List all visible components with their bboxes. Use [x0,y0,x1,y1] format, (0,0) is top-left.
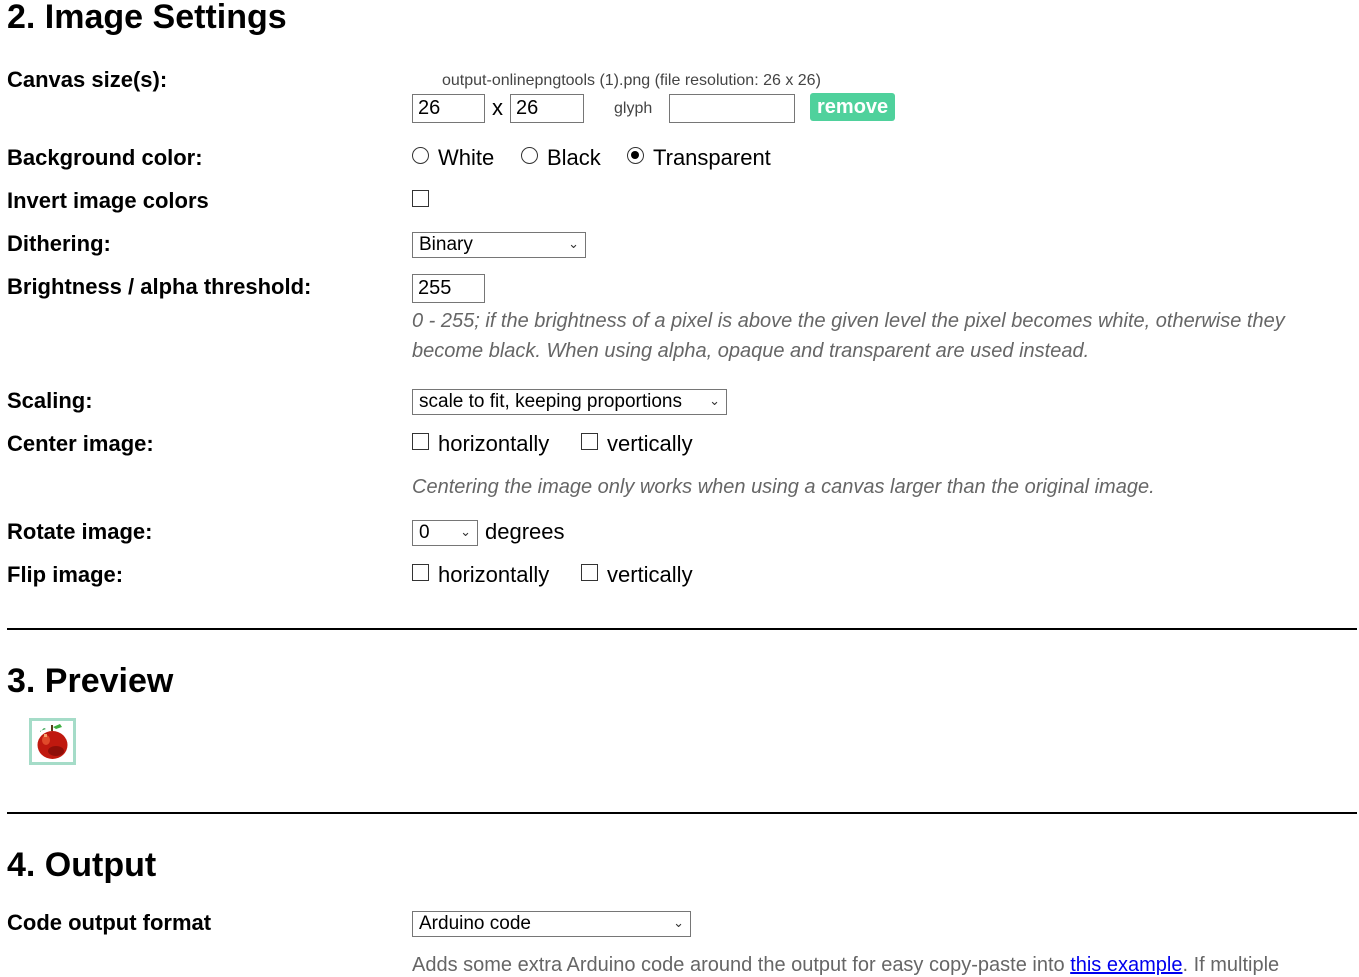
preview-heading: 3. Preview [7,662,174,700]
chevron-down-icon: ⌄ [460,524,471,539]
center-horizontal-label[interactable]: horizontally [438,433,549,455]
glyph-label: glyph [614,100,653,117]
threshold-hint-line1: 0 - 255; if the brightness of a pixel is… [412,310,1285,332]
center-horizontal-checkbox[interactable] [412,433,429,450]
background-black-radio[interactable] [521,147,538,164]
rotate-select[interactable]: 0 ⌄ [412,520,478,546]
center-hint: Centering the image only works when usin… [412,476,1155,498]
section-divider [7,628,1357,630]
remove-button[interactable]: remove [810,93,896,121]
threshold-input[interactable] [412,274,485,303]
flip-vertical-label[interactable]: vertically [607,564,693,586]
background-white-radio[interactable] [412,147,429,164]
background-white-label[interactable]: White [438,147,494,169]
output-format-value: Arduino code [419,913,531,934]
background-transparent-radio[interactable] [627,147,644,164]
flip-vertical-checkbox[interactable] [581,564,598,581]
rotate-select-value: 0 [419,522,430,543]
chevron-down-icon: ⌄ [709,393,720,408]
flip-horizontal-checkbox[interactable] [412,564,429,581]
chevron-down-icon: ⌄ [673,915,684,930]
apple-image [37,724,68,759]
section-divider [7,812,1357,814]
rotate-unit: degrees [485,519,565,544]
canvas-size-separator: x [492,95,503,120]
rotate-image-label: Rotate image: [7,519,153,544]
dithering-select-value: Binary [419,234,473,255]
file-info: output-onlinepngtools (1).png (file reso… [442,72,821,89]
center-image-label: Center image: [7,431,154,456]
background-black-label[interactable]: Black [547,147,601,169]
flip-horizontal-label[interactable]: horizontally [438,564,549,586]
invert-colors-label: Invert image colors [7,188,209,213]
scaling-select[interactable]: scale to fit, keeping proportions ⌄ [412,389,727,415]
glyph-input[interactable] [669,94,795,123]
scaling-select-value: scale to fit, keeping proportions [419,391,682,412]
invert-colors-checkbox[interactable] [412,190,429,207]
background-transparent-label[interactable]: Transparent [653,147,771,169]
background-color-label: Background color: [7,145,203,170]
canvas-height-input[interactable] [510,94,584,123]
output-hint: Adds some extra Arduino code around the … [412,953,1279,977]
output-format-select[interactable]: Arduino code ⌄ [412,911,691,937]
scaling-label: Scaling: [7,388,93,413]
dithering-label: Dithering: [7,231,111,256]
center-vertical-checkbox[interactable] [581,433,598,450]
canvas-width-input[interactable] [412,94,485,123]
dithering-select[interactable]: Binary ⌄ [412,232,586,258]
output-heading: 4. Output [7,846,157,884]
canvas-size-label: Canvas size(s): [7,67,168,92]
output-format-label: Code output format [7,910,212,935]
threshold-hint-line2: become black. When using alpha, opaque a… [412,340,1090,362]
flip-image-label: Flip image: [7,562,124,587]
settings-heading: 2. Image Settings [7,0,287,36]
threshold-label: Brightness / alpha threshold: [7,274,312,299]
center-vertical-label[interactable]: vertically [607,433,693,455]
chevron-down-icon: ⌄ [568,236,579,251]
preview-canvas [29,718,76,765]
